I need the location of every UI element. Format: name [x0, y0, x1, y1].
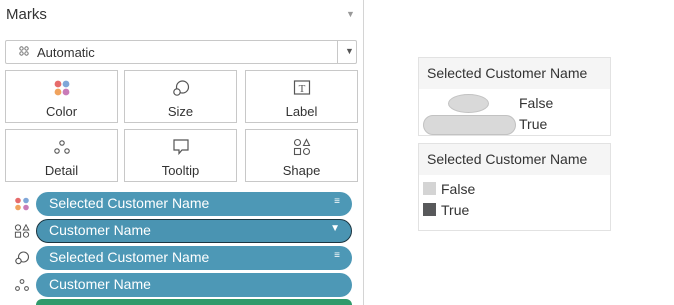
color-swatch-true [423, 203, 436, 216]
collapse-arrow-icon[interactable]: ▼ [346, 9, 355, 19]
size-legend-item-true: True [519, 116, 548, 132]
marks-panel: Marks ▼ Automatic ▼ Color Size T Label D… [0, 0, 364, 305]
selected-customer-name-color-pill[interactable]: Selected Customer Name ≡ [36, 192, 352, 216]
color-legend[interactable]: Selected Customer Name False True [418, 143, 611, 231]
size-legend-title: Selected Customer Name [419, 58, 610, 89]
color-icon [54, 80, 70, 96]
mark-type-dropdown[interactable]: Automatic ▼ [5, 40, 357, 64]
shape-icon [293, 138, 311, 156]
customer-name-shape-pill[interactable]: Customer Name ▼ [36, 219, 352, 243]
color-swatch-false [423, 182, 436, 195]
tooltip-card[interactable]: Tooltip [124, 129, 237, 182]
pill-label: Customer Name [49, 222, 151, 238]
pill-row-color: Selected Customer Name ≡ [0, 192, 364, 216]
label-card[interactable]: T Label [245, 70, 358, 123]
pill-label: Selected Customer Name [49, 195, 210, 211]
sort-legend-icon: ≡ [334, 250, 340, 261]
tooltip-card-label: Tooltip [161, 163, 200, 178]
detail-card[interactable]: Detail [5, 129, 118, 182]
tooltip-icon [173, 139, 189, 156]
pill-label: Selected Customer Name [49, 249, 210, 265]
size-card[interactable]: Size [124, 70, 237, 123]
label-icon: T [293, 80, 311, 95]
color-card-label: Color [45, 104, 78, 119]
shape-card[interactable]: Shape [245, 129, 358, 182]
color-legend-item-true: True [441, 202, 470, 218]
label-card-label: Label [285, 104, 318, 119]
sort-legend-icon: ≡ [334, 196, 340, 207]
marks-panel-title: Marks [6, 6, 47, 23]
size-icon [15, 251, 30, 265]
color-legend-item-false: False [441, 181, 476, 197]
pill-dropdown-icon[interactable]: ▼ [330, 223, 340, 234]
detail-card-label: Detail [44, 163, 79, 178]
selected-customer-name-size-pill[interactable]: Selected Customer Name ≡ [36, 246, 352, 270]
color-legend-title: Selected Customer Name [419, 144, 610, 175]
shape-card-label: Shape [282, 163, 321, 178]
size-card-label: Size [167, 104, 194, 119]
size-legend-item-false: False [519, 95, 554, 111]
detail-icon [15, 279, 29, 291]
partial-pill [36, 299, 352, 305]
color-card[interactable]: Color [5, 70, 118, 123]
pill-row-shape: Customer Name ▼ [0, 219, 364, 243]
svg-text:T: T [299, 83, 306, 95]
size-icon [173, 80, 190, 96]
color-icon [15, 197, 29, 211]
size-swatch-false [448, 94, 489, 113]
dropdown-divider [337, 41, 338, 63]
size-swatch-true [423, 115, 516, 135]
customer-name-detail-pill[interactable]: Customer Name [36, 273, 352, 297]
automatic-mark-icon [19, 46, 29, 56]
size-legend[interactable]: Selected Customer Name False True [418, 57, 611, 136]
mark-type-value: Automatic [37, 45, 95, 60]
chevron-down-icon[interactable]: ▼ [345, 46, 354, 56]
pill-row-size: Selected Customer Name ≡ [0, 246, 364, 270]
pill-label: Customer Name [49, 276, 151, 292]
shape-icon [14, 224, 30, 238]
detail-icon [54, 140, 70, 154]
pill-row-detail: Customer Name [0, 273, 364, 297]
